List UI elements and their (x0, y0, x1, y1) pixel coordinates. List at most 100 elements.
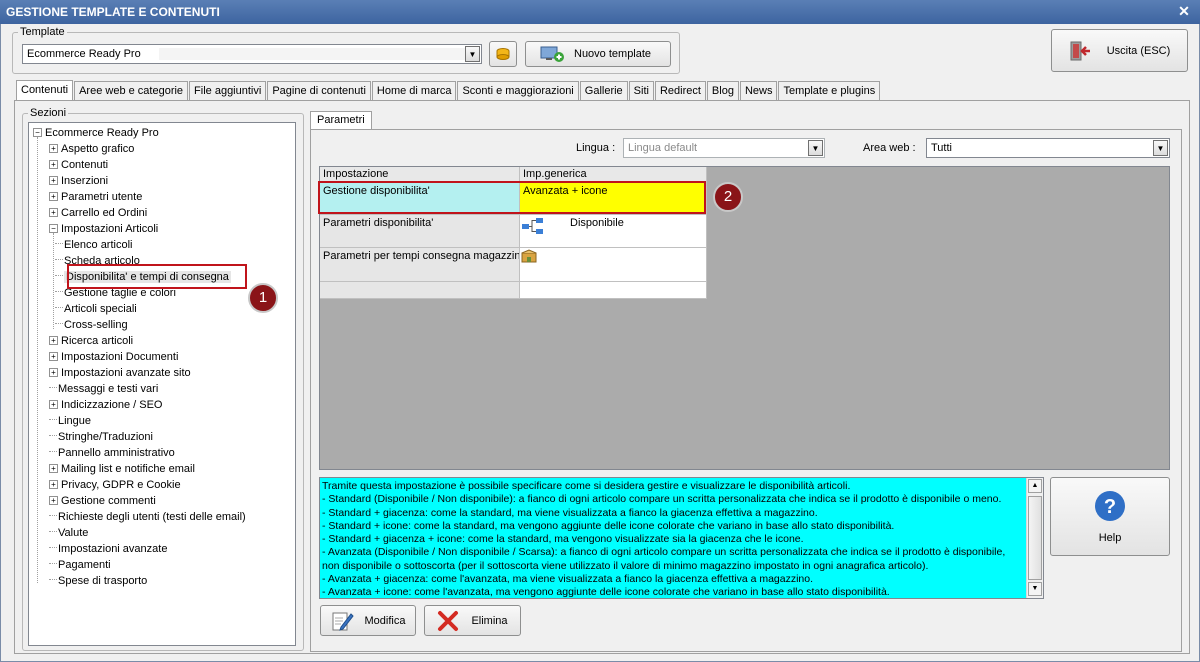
open-template-button[interactable] (489, 41, 517, 67)
expand-icon[interactable]: + (49, 480, 58, 489)
tab-gallerie[interactable]: Gallerie (579, 81, 628, 101)
chevron-down-icon[interactable]: ▼ (808, 140, 823, 156)
tab-home-marca[interactable]: Home di marca (371, 81, 457, 101)
tab-template-plugins[interactable]: Template e plugins (778, 81, 881, 101)
tree-item[interactable]: Messaggi e testi vari (49, 381, 158, 397)
tree-item[interactable]: Pagamenti (49, 557, 111, 573)
grid-row-empty[interactable] (520, 282, 707, 299)
description-text: Tramite questa impostazione è possibile … (322, 480, 1006, 599)
tree-item[interactable]: + Carrello ed Ordini (49, 205, 147, 221)
tree-item[interactable]: Lingue (49, 413, 91, 429)
vertical-scrollbar[interactable]: ▲ ▼ (1026, 478, 1043, 598)
delete-x-icon (438, 610, 459, 631)
tree-guide (37, 137, 38, 583)
collapse-icon[interactable]: − (33, 128, 42, 137)
tab-parametri[interactable]: Parametri (310, 111, 372, 130)
tree-item[interactable]: Richieste degli utenti (testi delle emai… (49, 509, 246, 525)
lingua-select-value: Lingua default (628, 142, 698, 154)
redacted-area (159, 48, 479, 60)
highlight-box (67, 264, 247, 289)
grid-row-name[interactable]: Parametri per tempi consegna magazzini (320, 248, 520, 282)
tree-item[interactable]: + Impostazioni avanzate sito (49, 365, 191, 381)
expand-icon[interactable]: + (49, 464, 58, 473)
grid-row-empty[interactable] (320, 282, 520, 299)
tab-redirect[interactable]: Redirect (654, 81, 706, 101)
tab-sconti[interactable]: Sconti e maggiorazioni (457, 81, 579, 101)
edit-pencil-icon (332, 612, 354, 631)
tree-item[interactable]: + Gestione commenti (49, 493, 156, 509)
tree-item[interactable]: Valute (49, 525, 88, 541)
collapse-icon[interactable]: − (49, 224, 58, 233)
tab-aree-web[interactable]: Aree web e categorie (74, 81, 189, 101)
template-select[interactable]: Ecommerce Ready Pro ▼ (22, 44, 482, 64)
window-title: GESTIONE TEMPLATE E CONTENUTI (6, 5, 220, 19)
tab-pagine-contenuti[interactable]: Pagine di contenuti (267, 81, 371, 101)
area-web-select[interactable]: Tutti ▼ (926, 138, 1170, 158)
area-web-select-value: Tutti (931, 142, 952, 154)
tree-item[interactable]: Cross-selling (55, 317, 128, 333)
sezioni-legend: Sezioni (28, 107, 69, 119)
tree-item[interactable]: + Aspetto grafico (49, 141, 134, 157)
add-monitor-icon (540, 46, 564, 62)
tree-item[interactable]: Impostazioni avanzate (49, 541, 167, 557)
scroll-up-icon[interactable]: ▲ (1028, 479, 1042, 493)
tree-item[interactable]: − Impostazioni Articoli (49, 221, 158, 237)
exit-label: Uscita (ESC) (1106, 44, 1171, 57)
tree-item[interactable]: + Inserzioni (49, 173, 108, 189)
close-icon[interactable]: ✕ (1174, 2, 1194, 20)
tree-item[interactable]: + Impostazioni Documenti (49, 349, 178, 365)
exit-button[interactable]: Uscita (ESC) (1051, 29, 1188, 72)
help-label: Help (1098, 531, 1122, 544)
tree-item[interactable]: + Ricerca articoli (49, 333, 133, 349)
tree-item[interactable]: Spese di trasporto (49, 573, 147, 589)
chevron-down-icon[interactable]: ▼ (465, 46, 480, 62)
new-template-button[interactable]: Nuovo template (525, 41, 671, 67)
tree-item[interactable]: Articoli speciali (55, 301, 137, 317)
expand-icon[interactable]: + (49, 176, 58, 185)
title-bar: GESTIONE TEMPLATE E CONTENUTI ✕ (0, 0, 1200, 24)
hierarchy-icon (522, 218, 543, 234)
tree-item[interactable]: + Parametri utente (49, 189, 142, 205)
expand-icon[interactable]: + (49, 144, 58, 153)
scroll-thumb[interactable] (1028, 496, 1042, 580)
expand-icon[interactable]: + (49, 496, 58, 505)
grid-row-name[interactable]: Parametri disponibilita' (320, 215, 520, 248)
elimina-label: Elimina (471, 614, 508, 627)
description-box[interactable]: Tramite questa impostazione è possibile … (319, 477, 1044, 599)
expand-icon[interactable]: + (49, 368, 58, 377)
tree-root[interactable]: − Ecommerce Ready Pro (33, 125, 159, 141)
tab-blog[interactable]: Blog (706, 81, 739, 101)
tree-item[interactable]: Pannello amministrativo (49, 445, 175, 461)
tree-item[interactable]: + Indicizzazione / SEO (49, 397, 163, 413)
help-icon: ? (1095, 490, 1125, 521)
grid-row-value-cell[interactable]: Disponibile (520, 215, 707, 248)
modifica-label: Modifica (364, 614, 406, 627)
tree-item[interactable]: Stringhe/Traduzioni (49, 429, 153, 445)
tree-item[interactable]: Elenco articoli (55, 237, 132, 253)
sections-tree[interactable]: − Ecommerce Ready Pro + Aspetto grafico + C… (28, 122, 296, 646)
tab-siti[interactable]: Siti (628, 81, 654, 101)
exit-door-icon (1070, 41, 1090, 60)
tab-contenuti[interactable]: Contenuti (16, 80, 74, 101)
chevron-down-icon[interactable]: ▼ (1153, 140, 1168, 156)
template-legend: Template (18, 26, 67, 38)
help-button[interactable]: ? Help (1050, 477, 1170, 556)
tree-item[interactable]: + Privacy, GDPR e Cookie (49, 477, 181, 493)
expand-icon[interactable]: + (49, 160, 58, 169)
grid-row-value: Disponibile (570, 217, 624, 229)
warehouse-box-icon (521, 249, 537, 263)
tree-item[interactable]: + Mailing list e notifiche email (49, 461, 195, 477)
expand-icon[interactable]: + (49, 336, 58, 345)
tab-news[interactable]: News (739, 81, 778, 101)
modifica-button[interactable]: Modifica (320, 605, 416, 636)
expand-icon[interactable]: + (49, 352, 58, 361)
expand-icon[interactable]: + (49, 208, 58, 217)
lingua-select[interactable]: Lingua default ▼ (623, 138, 825, 158)
tab-file-aggiuntivi[interactable]: File aggiuntivi (189, 81, 267, 101)
scroll-down-icon[interactable]: ▼ (1028, 582, 1042, 596)
tree-item[interactable]: + Contenuti (49, 157, 108, 173)
expand-icon[interactable]: + (49, 192, 58, 201)
grid-row-value-cell[interactable] (520, 248, 707, 282)
elimina-button[interactable]: Elimina (424, 605, 521, 636)
expand-icon[interactable]: + (49, 400, 58, 409)
